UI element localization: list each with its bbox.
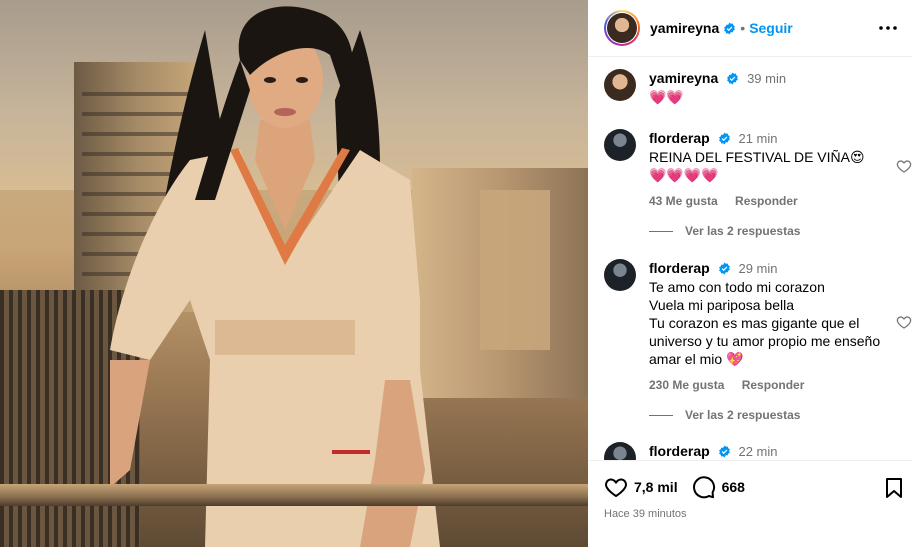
likes-count[interactable]: 7,8 mil [634,479,678,495]
comment-avatar[interactable] [604,442,636,460]
comments-count[interactable]: 668 [722,479,745,495]
comment-likes-count[interactable]: 43 Me gusta [649,194,718,208]
comment-time[interactable]: 21 min [738,131,777,146]
view-replies-button[interactable]: Ver las 2 respuestas [649,408,881,422]
caption-text: 💗💗 [649,89,684,105]
post-timestamp[interactable]: Hace 39 minutos [604,508,687,520]
like-comment-heart-icon[interactable] [896,158,912,174]
comment-item: florderap 22 min [604,442,904,460]
comments-list[interactable]: yamireyna 39 min 💗💗 florderap 21 min REI… [588,58,912,460]
header-separator: • [740,20,746,36]
comment-item: florderap 21 min REINA DEL FESTIVAL DE V… [604,129,912,249]
reply-button[interactable]: Responder [735,194,798,208]
follow-button[interactable]: Seguir [749,20,793,36]
verified-badge-icon [718,132,730,145]
view-replies-label: Ver las 2 respuestas [685,408,801,422]
like-comment-heart-icon[interactable] [896,314,912,330]
caption-avatar[interactable] [604,69,636,101]
comment-avatar[interactable] [604,129,636,161]
post-photo[interactable] [0,0,588,547]
author-avatar [607,13,637,43]
verified-badge-icon [718,262,730,275]
comment-username[interactable]: florderap [649,130,710,146]
comment-username[interactable]: florderap [649,260,710,276]
comment-text: Te amo con todo mi corazon Vuela mi pari… [649,279,881,367]
photo-woman [110,6,440,547]
post-header: yamireyna • Seguir [588,0,912,57]
comment-text: REINA DEL FESTIVAL DE VIÑA😍 💗💗💗💗 [649,149,865,183]
comment-username[interactable]: florderap [649,443,710,459]
replies-divider [649,414,673,416]
comment-avatar[interactable] [604,259,636,291]
bookmark-save-icon[interactable] [882,476,906,500]
author-avatar-story-ring[interactable] [604,10,640,46]
photo-building-right-tower [480,190,550,350]
comment-time[interactable]: 22 min [738,444,777,459]
view-replies-button[interactable]: Ver las 2 respuestas [649,224,881,238]
comment-likes-count[interactable]: 230 Me gusta [649,378,724,392]
author-username[interactable]: yamireyna [650,20,719,36]
post-panel: yamireyna • Seguir yamireyna 39 min 💗💗 f… [588,0,912,547]
verified-badge-icon [724,22,736,34]
comment-item: florderap 29 min Te amo con todo mi cora… [604,259,912,429]
replies-divider [649,230,673,232]
comment-bubble-icon[interactable] [692,475,716,499]
reply-button[interactable]: Responder [742,378,805,392]
more-options-icon[interactable] [878,18,898,38]
photo-railing [0,484,588,506]
post-actions-footer: 7,8 mil 668 Hace 39 minutos [588,460,912,547]
caption: yamireyna 39 min 💗💗 [604,69,904,109]
caption-username[interactable]: yamireyna [649,70,718,86]
view-replies-label: Ver las 2 respuestas [685,224,801,238]
verified-badge-icon [727,72,739,85]
verified-badge-icon [718,445,730,458]
like-heart-icon[interactable] [604,475,628,499]
comment-time[interactable]: 29 min [738,261,777,276]
caption-time[interactable]: 39 min [747,71,786,86]
